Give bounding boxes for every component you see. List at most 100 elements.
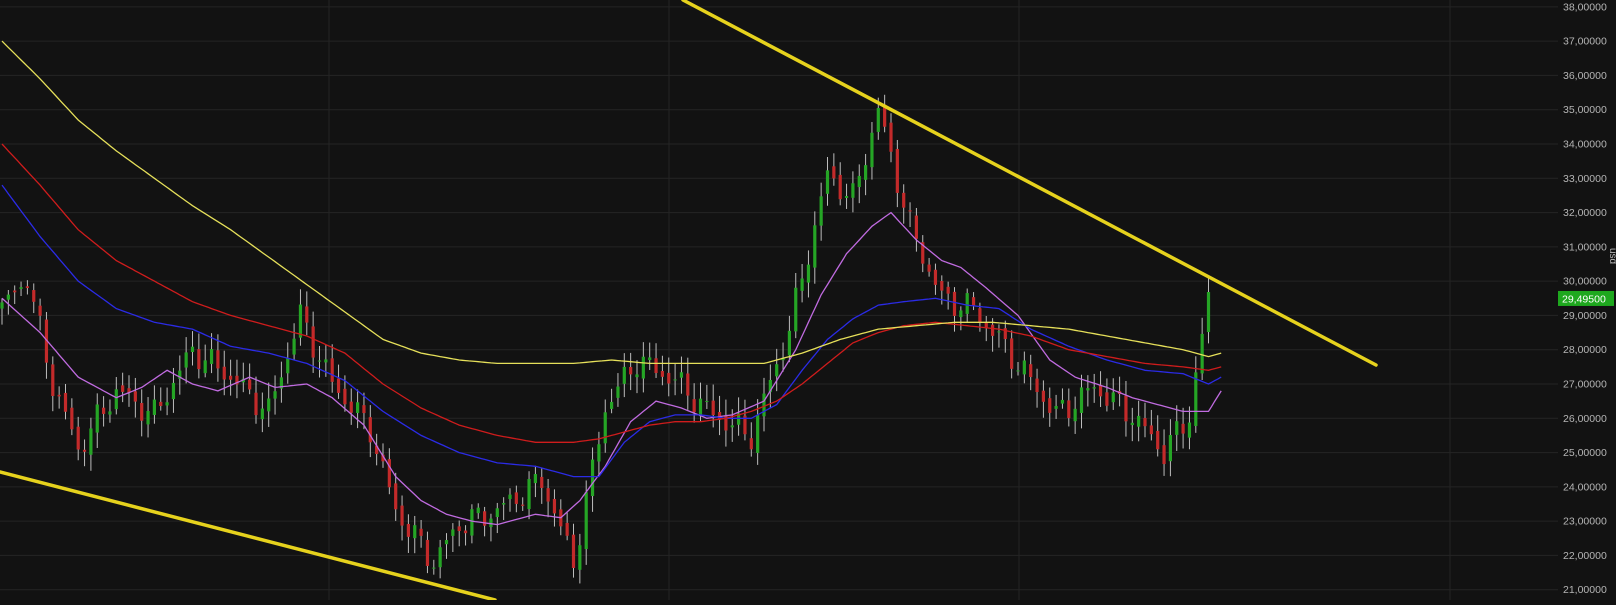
candle-body xyxy=(762,393,766,417)
candle-body xyxy=(400,505,404,526)
candle-body xyxy=(959,310,963,318)
chart-canvas[interactable]: 21,00000 22,00000 23,00000 24,00000 25,00000… xyxy=(0,0,1616,602)
candle-body xyxy=(463,530,468,534)
candle-body xyxy=(794,287,798,332)
candle-body xyxy=(495,508,499,518)
candle-body xyxy=(1073,408,1077,422)
candle-body xyxy=(1016,370,1020,372)
candle-body xyxy=(1156,430,1160,450)
candle-body xyxy=(800,278,804,291)
candle-body xyxy=(292,338,296,355)
candle-body xyxy=(222,366,226,380)
candle-body xyxy=(406,523,410,537)
candle-body xyxy=(57,394,61,397)
candle-body xyxy=(286,358,290,374)
candle-body xyxy=(857,175,861,188)
candle-body xyxy=(1029,364,1033,378)
y-tick-label: 24,00000 xyxy=(1563,481,1607,493)
candle-body xyxy=(641,356,645,379)
candle-body xyxy=(965,293,969,314)
candle-body xyxy=(343,388,347,405)
candle-body xyxy=(1162,445,1166,465)
candle-body xyxy=(730,425,734,428)
candle-body xyxy=(82,449,87,452)
candle-body xyxy=(832,166,836,179)
candle-body xyxy=(940,281,944,291)
candle-body xyxy=(1137,415,1141,427)
candle-body xyxy=(260,408,264,420)
candle-body xyxy=(63,392,68,412)
candle-body xyxy=(876,107,880,132)
candle-body xyxy=(1206,291,1211,333)
candle-body xyxy=(70,407,74,430)
candle-body xyxy=(635,374,639,378)
chart-background xyxy=(0,0,1616,600)
candle-body xyxy=(146,410,150,425)
candle-body xyxy=(552,498,557,514)
candle-body xyxy=(851,183,855,198)
candle-body xyxy=(51,364,55,396)
candle-body xyxy=(89,428,93,455)
candle-body xyxy=(978,308,982,323)
candle-body xyxy=(895,148,899,193)
candle-body xyxy=(1067,400,1071,419)
candle-body xyxy=(1124,395,1128,422)
candle-body xyxy=(521,504,525,506)
candle-body xyxy=(197,349,201,370)
y-tick-label: 32,00000 xyxy=(1563,207,1607,219)
candle-body xyxy=(1105,392,1109,406)
candle-body xyxy=(362,405,366,414)
candle-body xyxy=(1086,388,1090,391)
candle-body xyxy=(6,294,10,300)
candle-body xyxy=(311,326,315,358)
candle-body xyxy=(32,290,36,302)
candle-body xyxy=(1149,425,1153,435)
candle-body xyxy=(349,401,353,413)
candle-body xyxy=(679,372,684,378)
candle-body xyxy=(806,264,811,283)
y-tick-label: 38,00000 xyxy=(1563,1,1607,13)
candle-body xyxy=(692,399,696,413)
candle-body xyxy=(946,286,950,294)
candle-body xyxy=(425,539,430,566)
candle-body xyxy=(1092,387,1096,389)
candle-body xyxy=(159,401,163,406)
candle-body xyxy=(546,488,550,502)
y-tick-label: 26,00000 xyxy=(1563,413,1607,425)
candle-body xyxy=(209,349,214,364)
candle-body xyxy=(819,196,823,226)
candle-body xyxy=(432,567,436,569)
candle-body xyxy=(121,385,125,392)
candle-body xyxy=(508,494,512,500)
price-chart[interactable]: 21,00000 22,00000 23,00000 24,00000 25,00000… xyxy=(0,0,1616,602)
candle-body xyxy=(571,534,576,569)
candle-body xyxy=(660,370,664,377)
candle-body xyxy=(108,411,112,415)
candle-body xyxy=(603,412,607,444)
candle-body xyxy=(190,346,195,353)
candle-body xyxy=(813,225,817,268)
candle-body xyxy=(165,402,169,406)
candle-body xyxy=(248,379,252,390)
candle-body xyxy=(476,507,480,514)
candle-body xyxy=(76,426,80,450)
y-tick-label: 35,00000 xyxy=(1563,104,1607,116)
candle-body xyxy=(1048,398,1052,413)
candle-body xyxy=(19,287,23,289)
candle-body xyxy=(273,391,277,399)
y-tick-label: 28,00000 xyxy=(1563,344,1607,356)
y-tick-label: 37,00000 xyxy=(1563,36,1607,48)
candle-body xyxy=(971,297,976,306)
y-tick-label: 33,00000 xyxy=(1563,173,1607,185)
candle-body xyxy=(254,392,258,416)
last-price-label: 29,49500 xyxy=(1562,293,1606,305)
candle-body xyxy=(95,404,99,433)
candle-body xyxy=(1010,338,1014,369)
candle-body xyxy=(629,366,633,375)
candle-body xyxy=(610,401,614,409)
y-tick-label: 30,00000 xyxy=(1563,276,1607,288)
candle-body xyxy=(908,210,912,212)
candle-body xyxy=(749,438,753,450)
candle-body xyxy=(38,305,42,316)
candle-body xyxy=(514,492,518,504)
